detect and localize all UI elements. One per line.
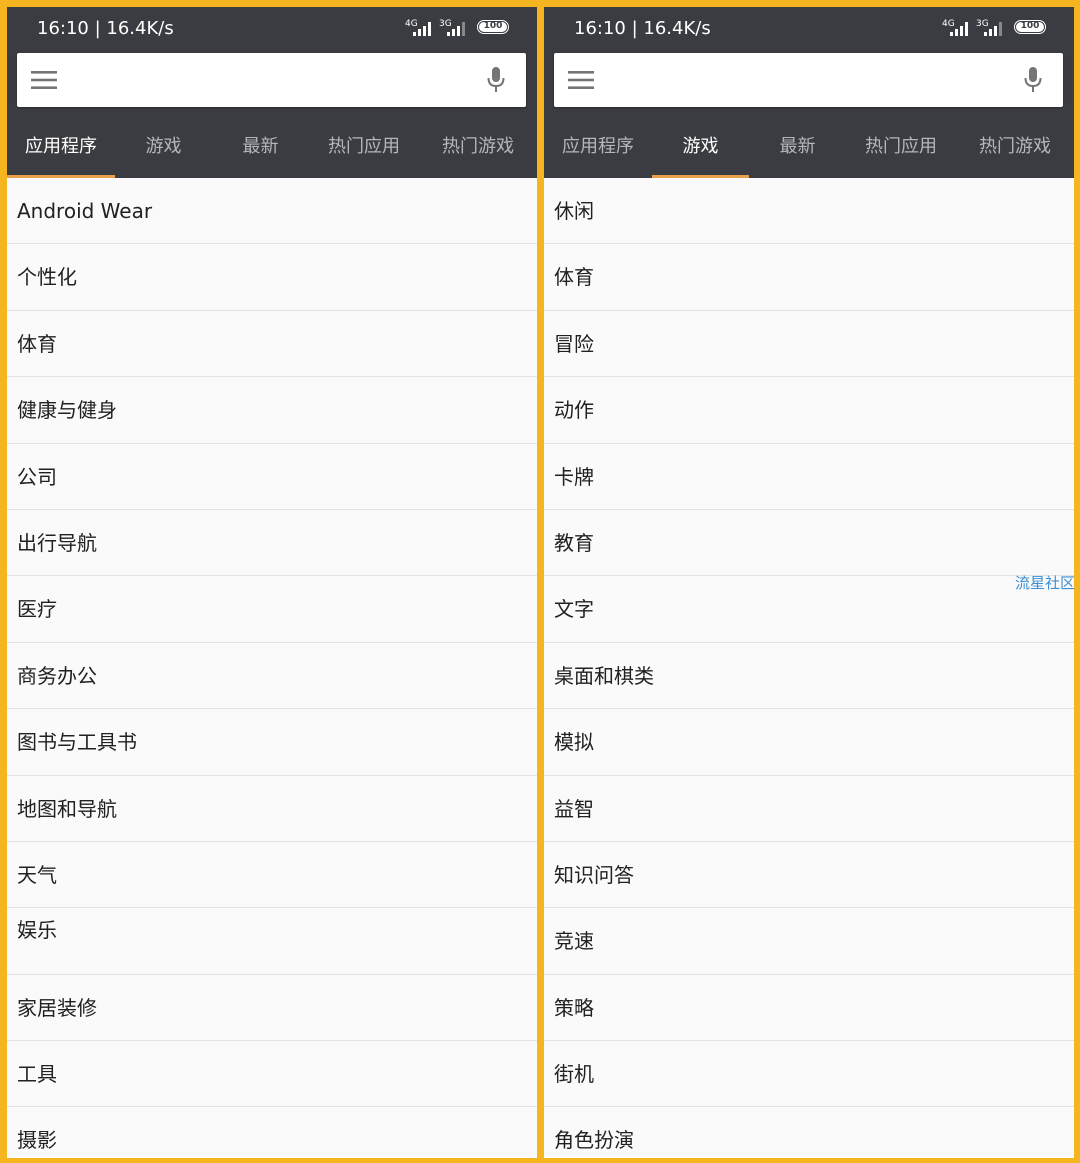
tab-games[interactable]: 游戏 [115, 111, 212, 178]
list-item[interactable]: 文字 [544, 576, 1074, 643]
status-bar: 16:10 | 16.4K/s 4G 3G 100 [544, 7, 1074, 51]
list-item[interactable]: 策略 [544, 975, 1074, 1042]
list-item[interactable]: 冒险 [544, 311, 1074, 378]
list-item[interactable]: 体育 [7, 311, 537, 378]
menu-icon[interactable] [31, 70, 57, 90]
tab-games[interactable]: 游戏 [652, 111, 749, 178]
signal-3g-icon: 3G [976, 19, 1006, 39]
list-item[interactable]: 桌面和棋类 [544, 643, 1074, 710]
list-item[interactable]: 工具 [7, 1041, 537, 1108]
phone-screen-right: 16:10 | 16.4K/s 4G 3G 100 应用程序 游戏 最新 热门应… [544, 7, 1074, 1158]
status-icons: 4G 3G 100 [942, 19, 1046, 39]
status-time: 16:10 | 16.4K/s [574, 18, 711, 39]
list-item[interactable]: 个性化 [7, 244, 537, 311]
list-item[interactable]: 体育 [544, 244, 1074, 311]
list-item[interactable]: 益智 [544, 776, 1074, 842]
signal-4g-icon: 4G [942, 19, 972, 39]
status-time: 16:10 | 16.4K/s [37, 18, 174, 39]
status-bar: 16:10 | 16.4K/s 4G 3G 100 [7, 7, 537, 51]
watermark-text: 流星社区 [1015, 574, 1076, 592]
microphone-icon[interactable] [1023, 66, 1043, 94]
list-item[interactable]: 教育 [544, 510, 1074, 577]
search-bar[interactable] [17, 53, 526, 107]
category-tabs: 应用程序 游戏 最新 热门应用 热门游戏 [7, 111, 537, 178]
phone-screen-left: 16:10 | 16.4K/s 4G 3G 100 应用程序 游戏 最新 热门应… [7, 7, 537, 1158]
list-item[interactable]: 家居装修 [7, 975, 537, 1042]
status-icons: 4G 3G 100 [405, 19, 509, 39]
list-item[interactable]: 卡牌 [544, 444, 1074, 510]
list-item[interactable]: 角色扮演 [544, 1107, 1074, 1158]
tab-top-apps[interactable]: 热门应用 [846, 111, 956, 178]
category-list: 休闲 体育 冒险 动作 卡牌 教育 文字 桌面和棋类 模拟 益智 知识问答 竞速… [544, 178, 1074, 1158]
list-item[interactable]: 出行导航 [7, 510, 537, 577]
battery-icon: 100 [1014, 20, 1046, 34]
category-tabs: 应用程序 游戏 最新 热门应用 热门游戏 [544, 111, 1074, 178]
tab-top-apps[interactable]: 热门应用 [309, 111, 419, 178]
battery-icon: 100 [477, 20, 509, 34]
list-item[interactable]: 模拟 [544, 709, 1074, 776]
list-item[interactable]: 公司 [7, 444, 537, 510]
list-item[interactable]: 健康与健身 [7, 377, 537, 444]
list-item[interactable]: 商务办公 [7, 643, 537, 710]
list-item[interactable]: Android Wear [7, 178, 537, 245]
tab-top-games[interactable]: 热门游戏 [419, 111, 537, 178]
menu-icon[interactable] [568, 70, 594, 90]
list-item[interactable]: 医疗 [7, 576, 537, 643]
list-item[interactable]: 地图和导航 [7, 776, 537, 842]
tab-apps[interactable]: 应用程序 [7, 111, 115, 178]
list-item[interactable]: 动作 [544, 377, 1074, 444]
list-item[interactable]: 竞速 [544, 908, 1074, 975]
signal-4g-icon: 4G [405, 19, 435, 39]
list-item[interactable]: 休闲 [544, 178, 1074, 245]
list-item[interactable]: 知识问答 [544, 842, 1074, 909]
list-item[interactable]: 娱乐 [7, 908, 537, 975]
microphone-icon[interactable] [486, 66, 506, 94]
list-item[interactable]: 天气 [7, 842, 537, 909]
list-item[interactable]: 图书与工具书 [7, 709, 537, 776]
list-item[interactable]: 街机 [544, 1041, 1074, 1108]
tab-newest[interactable]: 最新 [212, 111, 309, 178]
search-bar[interactable] [554, 53, 1063, 107]
list-item[interactable]: 摄影 [7, 1107, 537, 1158]
tab-apps[interactable]: 应用程序 [544, 111, 652, 178]
signal-3g-icon: 3G [439, 19, 469, 39]
tab-newest[interactable]: 最新 [749, 111, 846, 178]
tab-top-games[interactable]: 热门游戏 [956, 111, 1074, 178]
category-list: Android Wear 个性化 体育 健康与健身 公司 出行导航 医疗 商务办… [7, 178, 537, 1158]
